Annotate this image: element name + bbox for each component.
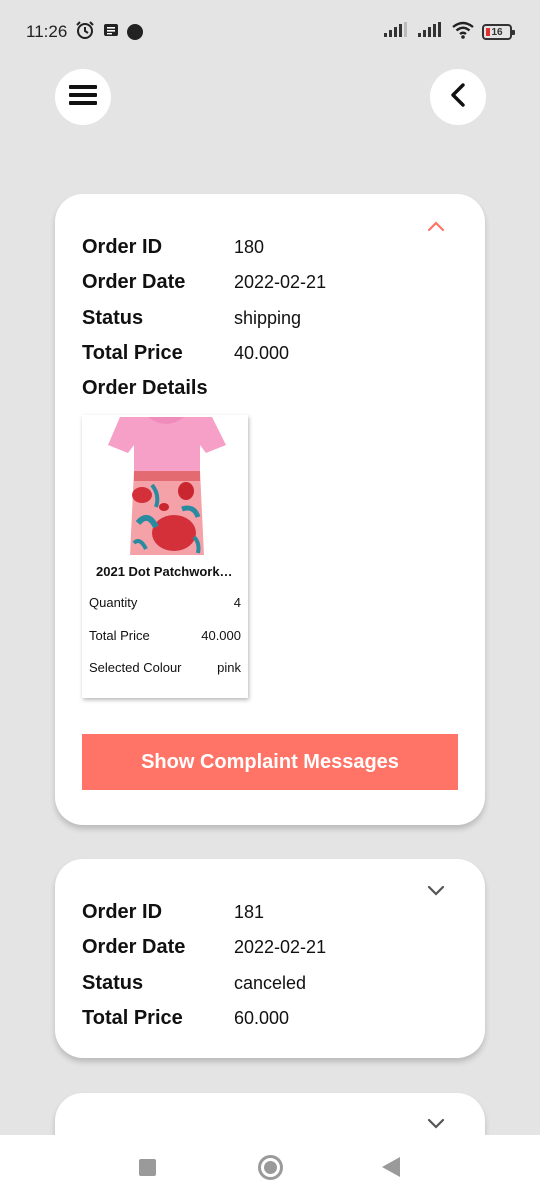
order-status-label: Status <box>82 972 144 994</box>
order-status-label: Status <box>82 307 144 329</box>
order-id-value: 180 <box>234 237 265 257</box>
wifi-icon <box>452 21 474 44</box>
home-circle-icon[interactable] <box>258 1155 283 1180</box>
product-card[interactable]: 2021 Dot Patchwork… Quantity 4 Total Pri… <box>82 415 248 698</box>
product-image <box>82 415 248 555</box>
navigation-bar <box>0 1135 540 1200</box>
quantity-value: 4 <box>233 595 241 610</box>
chevron-down-icon <box>427 883 445 901</box>
order-total-row: Total Price 60.000 <box>82 1007 289 1030</box>
order-card: Order ID 180 Order Date 2022-02-21 Statu… <box>55 194 485 825</box>
product-total-value: 40.000 <box>201 628 241 643</box>
order-id-row: Order ID 181 <box>82 901 264 924</box>
menu-button[interactable] <box>55 69 111 125</box>
product-quantity-row: Quantity 4 <box>89 595 241 610</box>
order-date-label: Order Date <box>82 271 186 293</box>
order-date-label: Order Date <box>82 936 186 958</box>
order-status-value: canceled <box>234 973 307 993</box>
order-status-row: Status canceled <box>82 972 306 995</box>
order-total-value: 60.000 <box>234 1008 290 1028</box>
order-date-value: 2022-02-21 <box>234 272 327 292</box>
battery-icon: 16 <box>482 24 515 40</box>
status-time: 11:26 <box>26 22 68 41</box>
product-colour-row: Selected Colour pink <box>89 660 241 675</box>
product-total-row: Total Price 40.000 <box>89 628 241 643</box>
expand-button[interactable] <box>425 884 447 900</box>
chevron-up-icon <box>427 219 445 237</box>
order-id-row: Order ID 180 <box>82 236 264 259</box>
expand-button[interactable] <box>425 1117 447 1133</box>
back-triangle-icon[interactable] <box>382 1157 400 1177</box>
battery-level: 16 <box>491 26 503 38</box>
order-status-row: Status shipping <box>82 307 301 330</box>
hamburger-icon <box>69 84 97 111</box>
quantity-label: Quantity <box>89 595 138 610</box>
chevron-left-icon <box>450 82 466 112</box>
order-total-label: Total Price <box>82 1007 183 1029</box>
order-date-row: Order Date 2022-02-21 <box>82 936 326 959</box>
notification-icon <box>103 22 119 43</box>
status-left: 11:26 <box>26 20 144 45</box>
show-complaint-messages-button[interactable]: Show Complaint Messages <box>82 734 458 790</box>
status-right: 16 <box>384 21 515 44</box>
colour-label: Selected Colour <box>89 660 182 675</box>
signal-icon <box>384 21 410 43</box>
product-total-label: Total Price <box>89 628 150 643</box>
recents-square-icon[interactable] <box>139 1159 156 1176</box>
order-card: Order ID 181 Order Date 2022-02-21 Statu… <box>55 859 485 1058</box>
alarm-icon <box>75 20 95 45</box>
dot-icon <box>127 24 144 40</box>
order-id-label: Order ID <box>82 236 163 258</box>
order-date-value: 2022-02-21 <box>234 937 327 957</box>
product-name: 2021 Dot Patchwork… <box>96 564 233 579</box>
order-id-value: 181 <box>234 902 265 922</box>
order-details-title: Order Details <box>82 377 208 399</box>
signal-icon <box>418 21 444 43</box>
order-total-value: 40.000 <box>234 343 290 363</box>
order-id-label: Order ID <box>82 901 163 923</box>
order-date-row: Order Date 2022-02-21 <box>82 271 326 294</box>
collapse-button[interactable] <box>425 220 447 236</box>
status-bar: 11:26 16 <box>0 0 540 64</box>
colour-value: pink <box>217 660 241 675</box>
order-total-row: Total Price 40.000 <box>82 342 289 365</box>
order-total-label: Total Price <box>82 342 183 364</box>
back-button[interactable] <box>430 69 486 125</box>
chevron-down-icon <box>427 1116 445 1134</box>
order-status-value: shipping <box>234 308 302 328</box>
